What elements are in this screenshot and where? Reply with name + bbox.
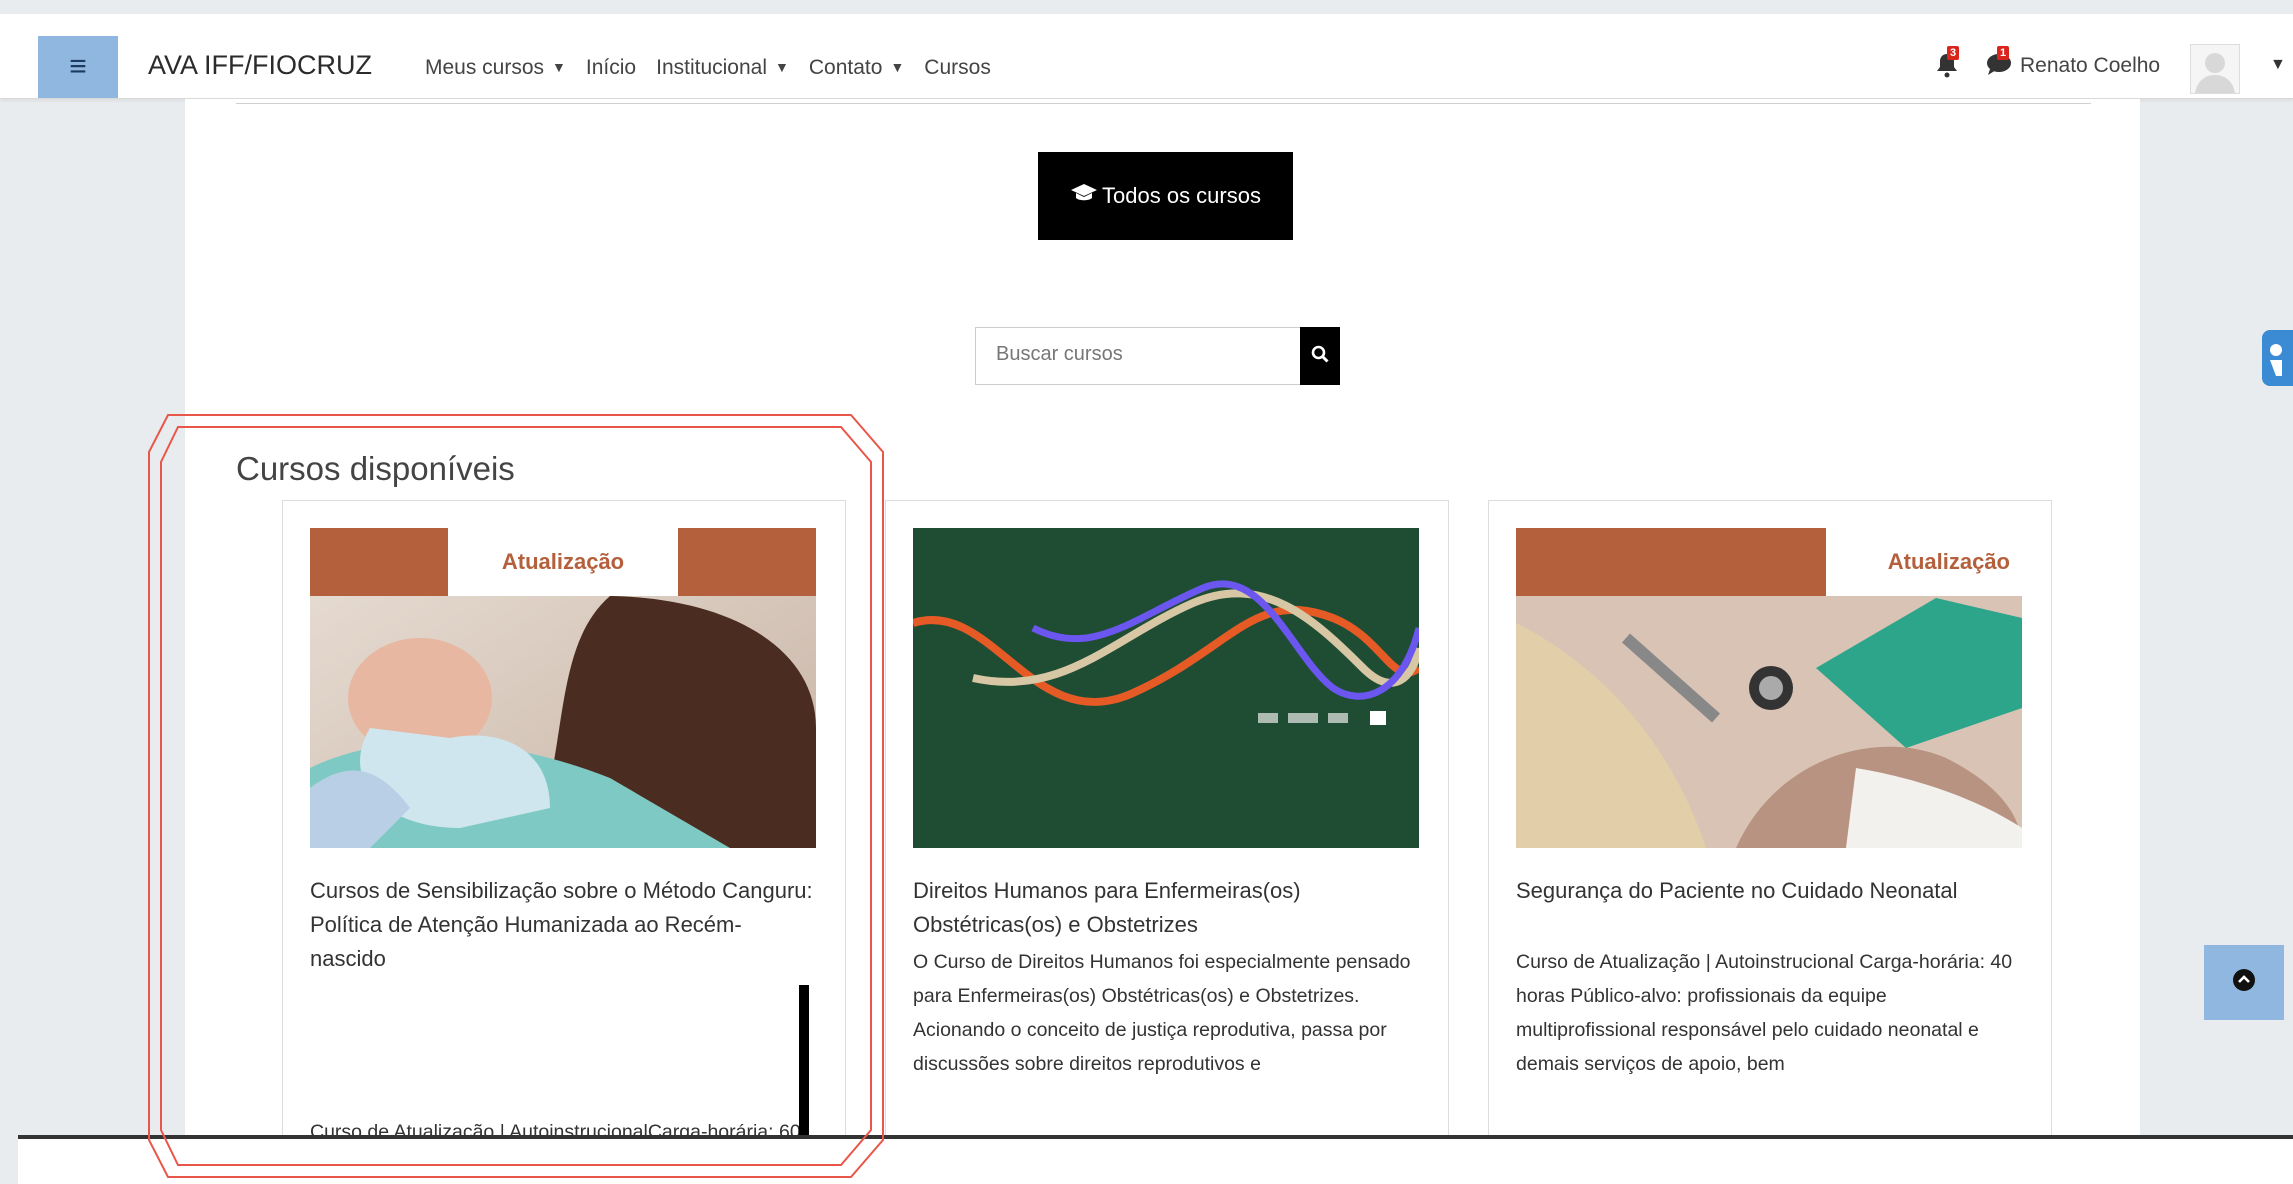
- nav-inicio-label: Início: [585, 56, 637, 79]
- course-name[interactable]: Segurança do Paciente no Cuidado Neonata…: [1516, 874, 2022, 908]
- course-description: O Curso de Direitos Humanos foi especial…: [913, 951, 1411, 1075]
- search-input[interactable]: [994, 342, 1278, 367]
- avatar[interactable]: [2190, 44, 2240, 94]
- scroll-to-top-button[interactable]: [2204, 945, 2284, 1020]
- course-banner-label: Atualização: [501, 549, 625, 574]
- bell-icon: [1935, 54, 1959, 84]
- user-name[interactable]: Renato Coelho: [2020, 54, 2160, 78]
- main-nav: Meus cursos ▼ Início Institucional ▼ Conta…: [425, 56, 1011, 80]
- graduation-cap-icon: [1070, 183, 1098, 209]
- chevron-down-icon: ▼: [890, 59, 905, 75]
- course-card[interactable]: Atualização Segurança do Paciente no Cui…: [1488, 500, 2052, 1142]
- search-button[interactable]: [1300, 327, 1340, 385]
- course-card[interactable]: Direitos Humanos para Enfermeiras(os) Ob…: [885, 500, 1449, 1142]
- nav-contato-label: Contato: [808, 56, 883, 79]
- chevron-up-icon: [2232, 968, 2256, 997]
- page-bottom-edge: [18, 1135, 2293, 1184]
- chevron-down-icon: ▼: [552, 59, 566, 75]
- scrollbar[interactable]: [799, 985, 809, 1141]
- nav-institucional-label: Institucional: [656, 56, 768, 79]
- messages-button[interactable]: 1: [1985, 46, 2013, 83]
- main-content: Todos os cursos Cursos disponíveis: [185, 99, 2140, 1142]
- all-courses-button[interactable]: Todos os cursos: [1038, 152, 1293, 240]
- search-icon: [1311, 345, 1329, 368]
- chevron-down-icon[interactable]: ▼: [2270, 56, 2286, 74]
- nav-meus-cursos[interactable]: Meus cursos ▼: [425, 56, 566, 80]
- site-brand[interactable]: AVA IFF/FIOCRUZ: [148, 50, 372, 81]
- course-name[interactable]: Direitos Humanos para Enfermeiras(os) Ob…: [913, 874, 1419, 942]
- course-image[interactable]: [913, 528, 1419, 848]
- course-search-field[interactable]: [975, 327, 1307, 385]
- divider: [18, 1135, 2293, 1139]
- divider: [236, 103, 2091, 104]
- messages-count-badge: 1: [1997, 46, 2010, 60]
- nav-contato[interactable]: Contato ▼: [809, 56, 904, 80]
- accessibility-widget[interactable]: [2262, 330, 2293, 386]
- course-name[interactable]: Cursos de Sensibilização sobre o Método …: [310, 874, 816, 976]
- all-courses-label: Todos os cursos: [1102, 183, 1261, 208]
- nav-institucional[interactable]: Institucional ▼: [656, 56, 789, 80]
- hamburger-menu-button[interactable]: ≡: [38, 36, 118, 98]
- nav-cursos[interactable]: Cursos: [924, 56, 991, 80]
- menu-icon: ≡: [69, 50, 87, 83]
- course-banner-label: Atualização: [1887, 549, 2010, 574]
- section-title: Cursos disponíveis: [236, 450, 515, 487]
- course-card[interactable]: Atualização Cursos de Sensibilização sob…: [282, 500, 846, 1142]
- course-image[interactable]: Atualização: [310, 528, 816, 848]
- course-description: Curso de Atualização | Autoinstrucional …: [1516, 951, 2013, 1075]
- nav-inicio[interactable]: Início: [586, 56, 636, 80]
- chevron-down-icon: ▼: [775, 59, 789, 75]
- nav-cursos-label: Cursos: [924, 56, 991, 79]
- notifications-button[interactable]: 3: [1935, 46, 1960, 85]
- nav-meus-cursos-label: Meus cursos: [425, 56, 545, 79]
- top-navbar: ≡ AVA IFF/FIOCRUZ Meus cursos ▼ Início In…: [0, 14, 2293, 99]
- notifications-count-badge: 3: [1947, 46, 1960, 60]
- course-image[interactable]: Atualização: [1516, 528, 2022, 848]
